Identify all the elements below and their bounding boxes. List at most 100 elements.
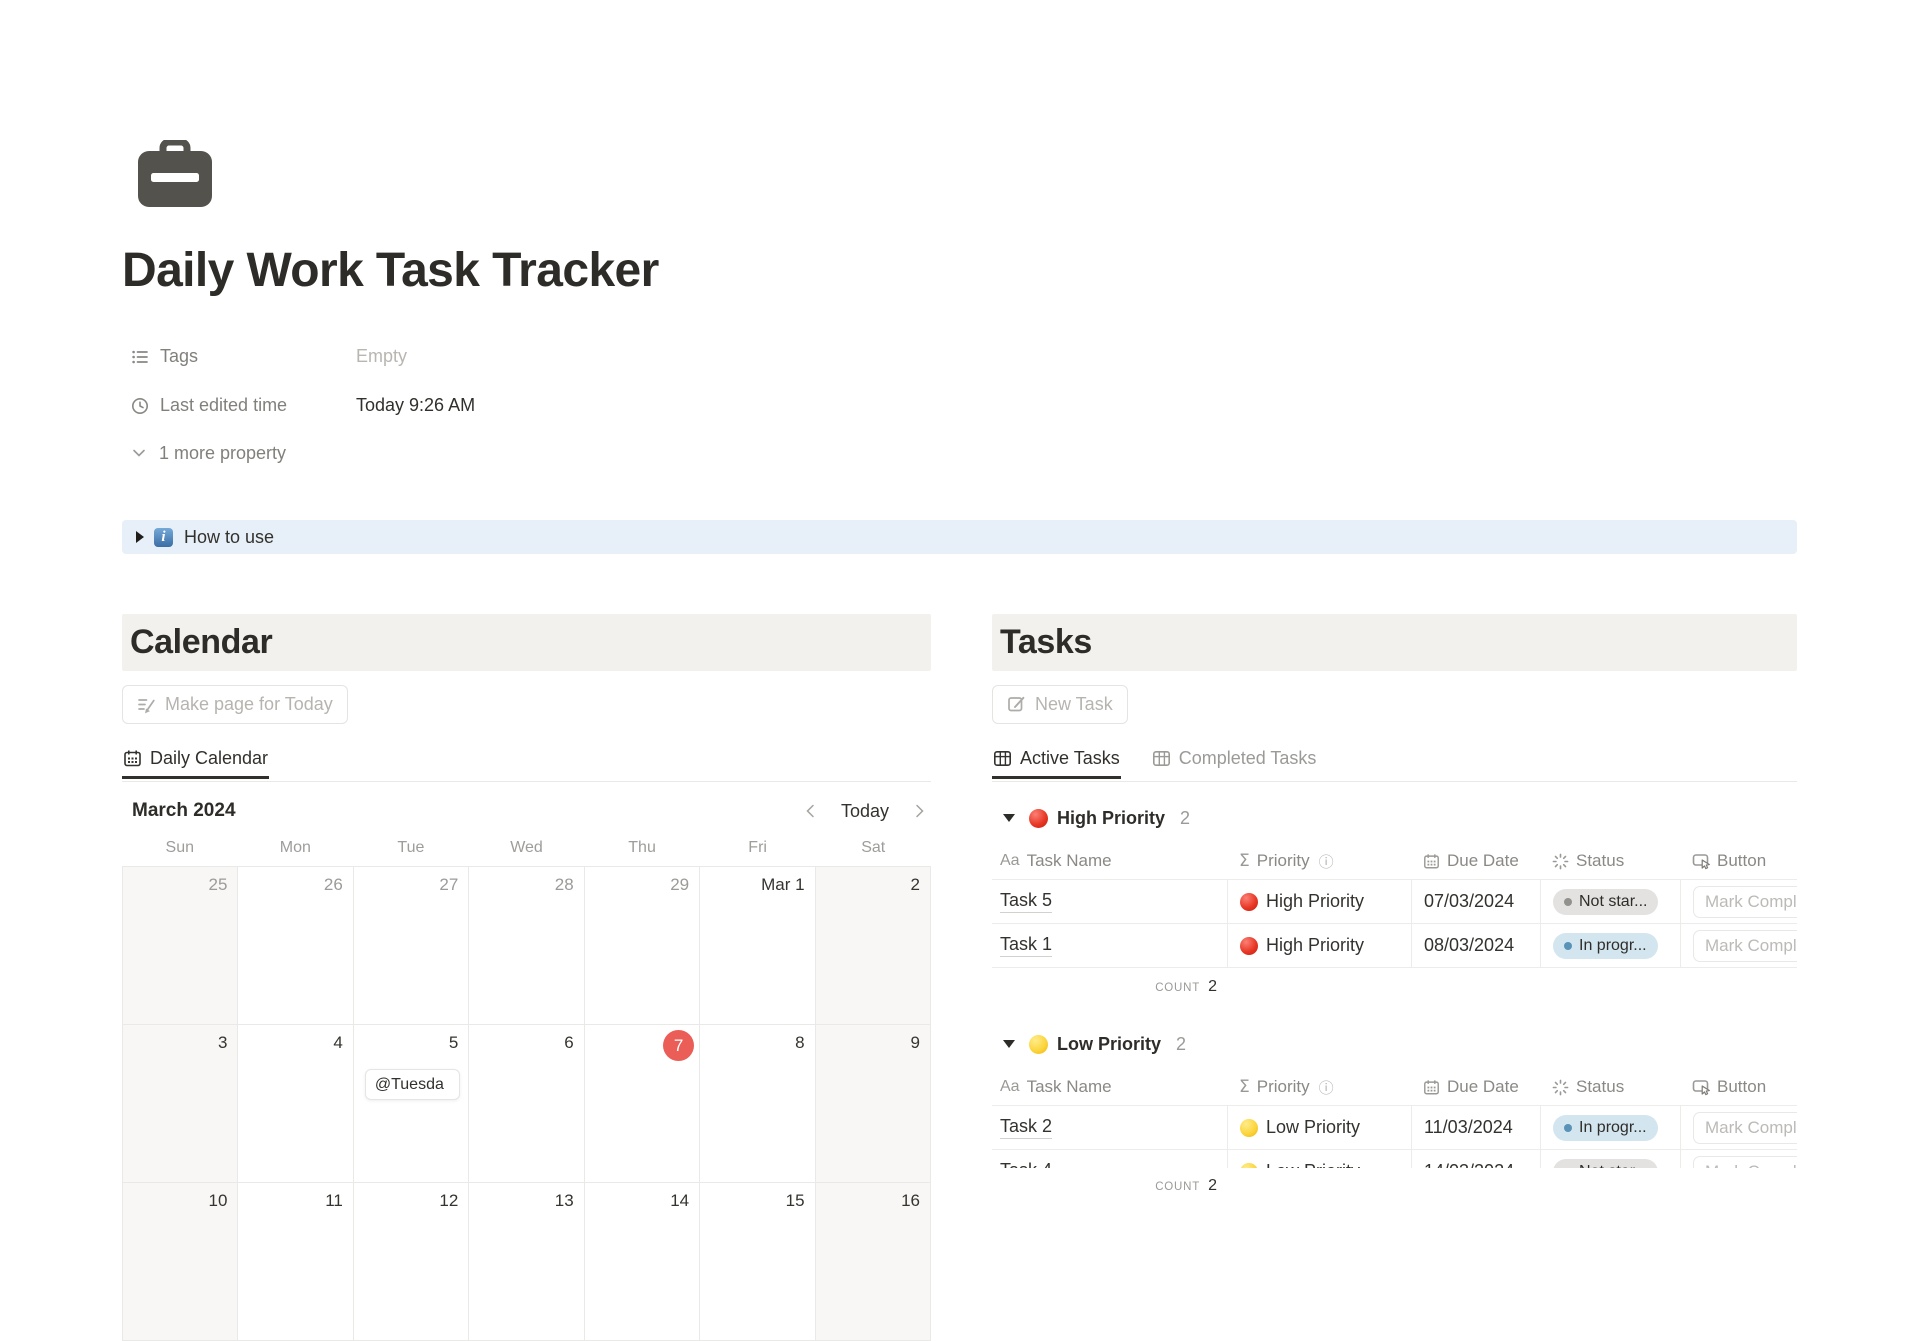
column-header-button[interactable]: Button: [1680, 851, 1797, 871]
calendar-day-cell[interactable]: 26: [238, 867, 353, 1025]
column-header-priority[interactable]: ΣPriority ⓘ: [1227, 851, 1411, 872]
calendar-heading-bar: Calendar: [122, 614, 931, 671]
calendar-day-cell[interactable]: 10: [123, 1183, 238, 1341]
calendar-day-cell[interactable]: 29: [585, 867, 700, 1025]
calendar-day-cell[interactable]: 2: [816, 867, 931, 1025]
calendar-day-cell[interactable]: 25: [123, 867, 238, 1025]
property-value-last-edited[interactable]: Today 9:26 AM: [356, 395, 475, 416]
calendar-day-cell[interactable]: 9: [816, 1025, 931, 1183]
day-number: 12: [439, 1191, 458, 1211]
count-value[interactable]: 2: [1208, 978, 1217, 996]
day-number: 11: [325, 1191, 343, 1211]
toggle-right-icon[interactable]: [136, 531, 144, 543]
calendar-day-cell[interactable]: 14: [585, 1183, 700, 1341]
status-dot-icon: [1564, 1124, 1572, 1132]
property-row-tags[interactable]: Tags Empty: [122, 332, 1797, 381]
formula-icon: Σ: [1239, 851, 1250, 871]
table-row: Task 5 High Priority 07/03/2024 Not star…: [992, 879, 1797, 923]
calendar-day-cell[interactable]: 28: [469, 867, 584, 1025]
calendar-day-cell[interactable]: 3: [123, 1025, 238, 1183]
calendar-section: Calendar Make page for Today: [122, 609, 931, 1341]
tab-completed-tasks[interactable]: Completed Tasks: [1151, 746, 1318, 779]
task-name-cell[interactable]: Task 5: [992, 880, 1227, 923]
column-header-status[interactable]: Status: [1540, 1077, 1680, 1097]
page-title[interactable]: Daily Work Task Tracker: [122, 242, 1797, 300]
next-month-button[interactable]: [911, 803, 927, 819]
day-number: 13: [555, 1191, 574, 1211]
toggle-down-icon[interactable]: [1003, 1040, 1015, 1048]
tasks-tabs: Active Tasks Completed Tasks: [992, 746, 1797, 782]
more-properties-toggle[interactable]: 1 more property: [131, 430, 1797, 476]
due-date-cell[interactable]: 11/03/2024: [1411, 1106, 1540, 1149]
column-header-button[interactable]: Button: [1680, 1077, 1797, 1097]
count-value[interactable]: 2: [1208, 1177, 1217, 1195]
calendar-icon: [123, 749, 142, 768]
tab-daily-calendar[interactable]: Daily Calendar: [122, 746, 269, 779]
column-header-priority[interactable]: ΣPriority ⓘ: [1227, 1077, 1411, 1098]
calendar-day-cell[interactable]: 16: [816, 1183, 931, 1341]
button-cell: Mark Comple: [1680, 924, 1797, 967]
column-header-due-date[interactable]: Due Date: [1411, 1077, 1540, 1097]
calendar-day-cell[interactable]: 4: [238, 1025, 353, 1183]
priority-cell[interactable]: Low Priority: [1227, 1106, 1411, 1149]
priority-circle-icon: [1240, 893, 1258, 911]
calendar-day-cell[interactable]: 11: [238, 1183, 353, 1341]
due-date-cell[interactable]: 07/03/2024: [1411, 880, 1540, 923]
chevron-left-icon: [803, 803, 819, 819]
day-number: 6: [564, 1033, 573, 1053]
column-header-due-date[interactable]: Due Date: [1411, 851, 1540, 871]
make-page-for-today-button[interactable]: Make page for Today: [122, 685, 348, 724]
status-pill[interactable]: In progr...: [1553, 933, 1658, 959]
today-button[interactable]: Today: [841, 801, 889, 822]
task-name-cell[interactable]: Task 2: [992, 1106, 1227, 1149]
page-icon-briefcase[interactable]: [137, 140, 213, 208]
status-pill[interactable]: In progr...: [1553, 1115, 1658, 1141]
mark-complete-button[interactable]: Mark Comple: [1693, 886, 1797, 918]
tab-active-tasks[interactable]: Active Tasks: [992, 746, 1121, 779]
column-header-task-name[interactable]: AaTask Name: [992, 851, 1227, 871]
column-header-task-name[interactable]: AaTask Name: [992, 1077, 1227, 1097]
info-emoji-icon: i: [154, 528, 173, 547]
calendar-day-cell[interactable]: Mar 1: [700, 867, 815, 1025]
calendar-day-cell[interactable]: 5@Tuesda: [354, 1025, 469, 1183]
status-cell[interactable]: In progr...: [1540, 924, 1680, 967]
weekday-label: Mon: [238, 839, 354, 859]
prev-month-button[interactable]: [803, 803, 819, 819]
day-number: 27: [439, 875, 458, 895]
calendar-day-cell[interactable]: 12: [354, 1183, 469, 1341]
column-header-status[interactable]: Status: [1540, 851, 1680, 871]
chevron-down-icon: [131, 445, 147, 461]
page-content: Daily Work Task Tracker Tags Empty: [122, 140, 1797, 1341]
new-task-button[interactable]: New Task: [992, 685, 1128, 724]
mark-complete-button[interactable]: Mark Comple: [1693, 1112, 1797, 1144]
weekday-label: Sun: [122, 839, 238, 859]
calendar-month-label: March 2024: [132, 800, 236, 822]
calendar-day-cell[interactable]: 6: [469, 1025, 584, 1183]
day-number: 25: [209, 875, 228, 895]
calendar-day-cell[interactable]: 7: [585, 1025, 700, 1183]
task-name-cell[interactable]: Task 1: [992, 924, 1227, 967]
priority-cell[interactable]: High Priority: [1227, 924, 1411, 967]
day-number: 3: [218, 1033, 227, 1053]
calendar-day-cell[interactable]: 27: [354, 867, 469, 1025]
priority-cell[interactable]: High Priority: [1227, 880, 1411, 923]
due-date-cell[interactable]: 08/03/2024: [1411, 924, 1540, 967]
mark-complete-button[interactable]: Mark Comple: [1693, 930, 1797, 962]
weekday-label: Fri: [700, 839, 816, 859]
status-cell[interactable]: Not star...: [1540, 880, 1680, 923]
text-icon: Aa: [1000, 1078, 1020, 1096]
calendar-day-cell[interactable]: 13: [469, 1183, 584, 1341]
property-row-last-edited[interactable]: Last edited time Today 9:26 AM: [122, 381, 1797, 430]
property-value-tags[interactable]: Empty: [356, 346, 407, 367]
calendar-day-cell[interactable]: 8: [700, 1025, 815, 1183]
status-cell[interactable]: In progr...: [1540, 1106, 1680, 1149]
how-to-use-callout[interactable]: i How to use: [122, 520, 1797, 554]
calendar-event[interactable]: @Tuesda: [365, 1069, 460, 1100]
toggle-down-icon[interactable]: [1003, 814, 1015, 822]
day-number: 28: [555, 875, 574, 895]
priority-circle-icon: [1029, 1035, 1048, 1054]
status-icon: [1552, 1079, 1569, 1096]
status-pill[interactable]: Not star...: [1553, 889, 1658, 915]
calendar-day-cell[interactable]: 15: [700, 1183, 815, 1341]
task-link: Task 2: [1000, 1116, 1052, 1139]
